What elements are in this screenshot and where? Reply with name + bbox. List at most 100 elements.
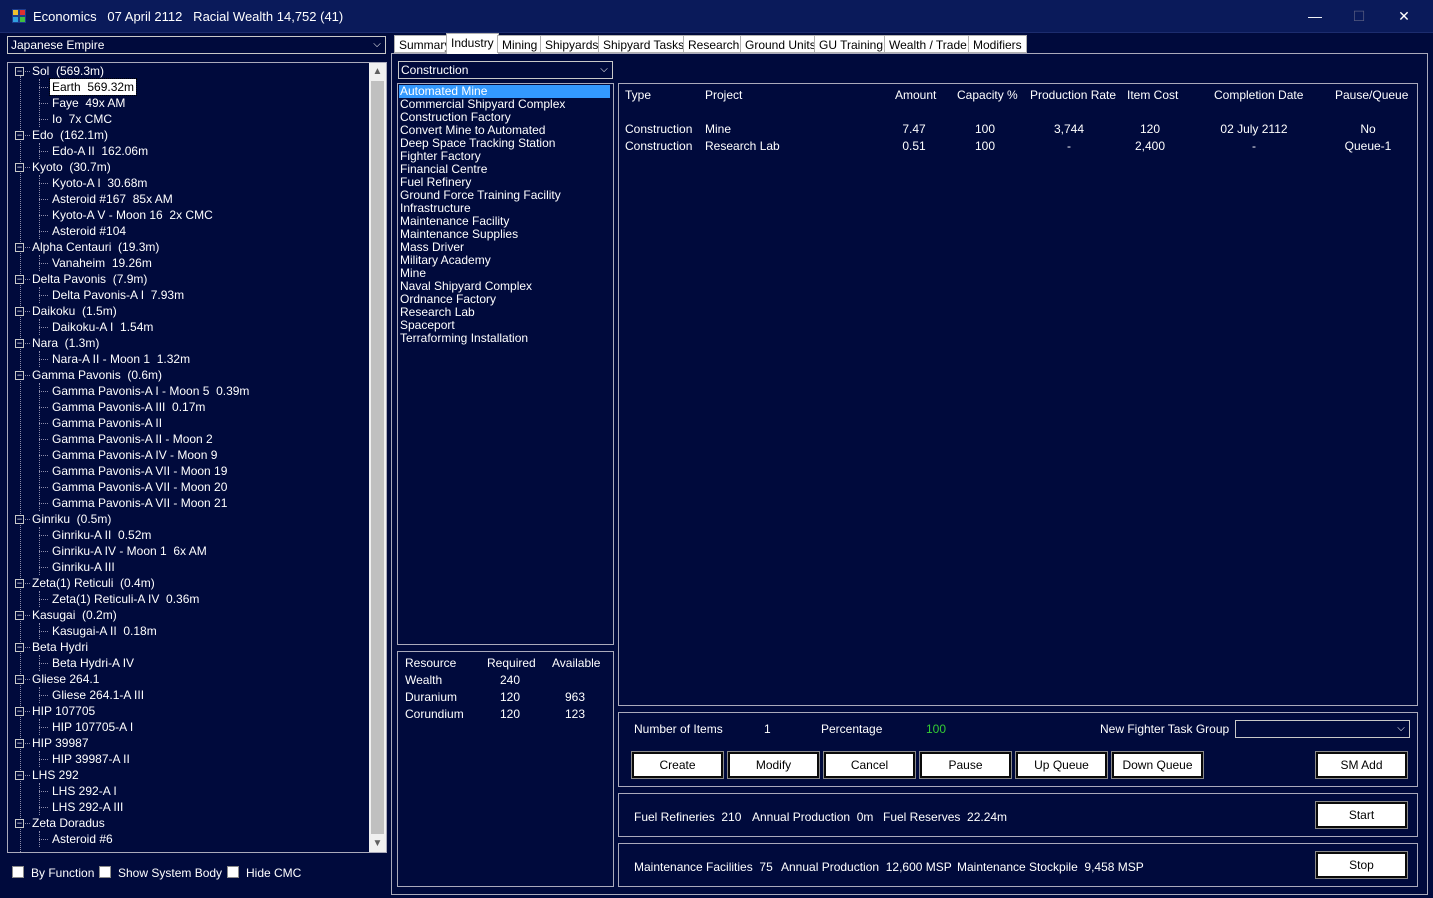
tree-system-node[interactable]: Zeta(1) Reticuli (0.4m)	[32, 575, 155, 591]
construction-type-select[interactable]: Construction ⌵	[398, 61, 613, 79]
production-queue-table[interactable]	[618, 83, 1418, 706]
column-header-pause-queue[interactable]: Pause/Queue	[1335, 88, 1408, 102]
hide-cmc-checkbox[interactable]	[227, 866, 239, 878]
start-fuel-button[interactable]: Start	[1315, 801, 1408, 829]
tree-collapse-icon[interactable]: −	[15, 131, 24, 140]
tree-body-node[interactable]: Vanaheim 19.26m	[50, 255, 154, 271]
tree-collapse-icon[interactable]: −	[15, 579, 24, 588]
tree-body-node[interactable]: Edo-A II 162.06m	[50, 143, 150, 159]
stop-maintenance-button[interactable]: Stop	[1315, 851, 1408, 879]
tree-body-node[interactable]: HIP 107705-A I	[50, 719, 135, 735]
tree-body-node[interactable]: Gamma Pavonis-A VII - Moon 20	[50, 479, 229, 495]
tree-body-node[interactable]: Kyoto-A V - Moon 16 2x CMC	[50, 207, 215, 223]
tab-mining[interactable]: Mining	[497, 35, 543, 53]
tree-system-node[interactable]: Gliese 264.1	[32, 671, 99, 687]
tree-body-node[interactable]: Ginriku-A IV - Moon 1 6x AM	[50, 543, 209, 559]
scrollbar-thumb[interactable]	[371, 81, 384, 834]
tree-collapse-icon[interactable]: −	[15, 675, 24, 684]
tab-gu-training[interactable]: GU Training	[814, 35, 889, 53]
tree-body-node[interactable]: Asteroid #6	[50, 831, 115, 847]
tree-body-node[interactable]: Daikoku-A I 1.54m	[50, 319, 155, 335]
tree-collapse-icon[interactable]: −	[15, 243, 24, 252]
percentage-value[interactable]: 100	[926, 722, 946, 736]
column-header-production-rate[interactable]: Production Rate	[1030, 88, 1116, 102]
tab-ground-units[interactable]: Ground Units	[740, 35, 821, 53]
minimize-button[interactable]: —	[1292, 0, 1338, 33]
queue-cell[interactable]: Research Lab	[705, 139, 780, 153]
tree-system-node[interactable]: Alpha Centauri (19.3m)	[32, 239, 159, 255]
close-button[interactable]: ✕	[1381, 0, 1427, 33]
tree-collapse-icon[interactable]: −	[15, 707, 24, 716]
tree-body-node[interactable]: Nara-A II - Moon 1 1.32m	[50, 351, 192, 367]
queue-cell[interactable]: -	[1204, 139, 1304, 153]
column-header-project[interactable]: Project	[705, 88, 742, 102]
tree-body-node[interactable]: Io 7x CMC	[50, 111, 114, 127]
tree-system-node[interactable]: Delta Pavonis (7.9m)	[32, 271, 147, 287]
queue-cell[interactable]: Queue-1	[1318, 139, 1418, 153]
tree-body-node[interactable]: Gamma Pavonis-A III 0.17m	[50, 399, 207, 415]
tree-body-node[interactable]: Ginriku-A II 0.52m	[50, 527, 153, 543]
tree-body-node[interactable]: Delta Pavonis-A I 7.93m	[50, 287, 186, 303]
queue-cell[interactable]: 2,400	[1100, 139, 1200, 153]
fighter-task-group-select[interactable]: ⌵	[1235, 720, 1410, 738]
queue-cell[interactable]: Construction	[625, 122, 692, 136]
by-function-checkbox[interactable]	[12, 866, 24, 878]
tree-system-node[interactable]: HIP 107705	[32, 703, 95, 719]
tab-modifiers[interactable]: Modifiers	[968, 35, 1027, 53]
number-of-items-value[interactable]: 1	[764, 722, 771, 736]
tree-system-node[interactable]: Gamma Pavonis (0.6m)	[32, 367, 162, 383]
tree-system-node[interactable]: HIP 39987	[32, 735, 89, 751]
column-header-capacity[interactable]: Capacity %	[957, 88, 1018, 102]
create-button[interactable]: Create	[631, 751, 724, 779]
column-header-completion-date[interactable]: Completion Date	[1214, 88, 1303, 102]
tree-scrollbar[interactable]: ▲ ▼	[369, 63, 386, 852]
tree-collapse-icon[interactable]: −	[15, 819, 24, 828]
tree-collapse-icon[interactable]: −	[15, 67, 24, 76]
queue-cell[interactable]: Construction	[625, 139, 692, 153]
column-header-amount[interactable]: Amount	[895, 88, 936, 102]
cancel-button[interactable]: Cancel	[823, 751, 916, 779]
down-queue-button[interactable]: Down Queue	[1111, 751, 1204, 779]
tree-system-node[interactable]: Daikoku (1.5m)	[32, 303, 117, 319]
tree-system-node[interactable]: Nara (1.3m)	[32, 335, 99, 351]
queue-cell[interactable]: Mine	[705, 122, 731, 136]
tree-body-node[interactable]: Gamma Pavonis-A II - Moon 2	[50, 431, 215, 447]
column-header-type[interactable]: Type	[625, 88, 651, 102]
tree-collapse-icon[interactable]: −	[15, 771, 24, 780]
tree-body-node[interactable]: Gamma Pavonis-A II	[50, 415, 164, 431]
tree-body-node[interactable]: Gamma Pavonis-A IV - Moon 9	[50, 447, 219, 463]
tree-body-node[interactable]: Gamma Pavonis-A VII - Moon 19	[50, 463, 229, 479]
tree-body-node[interactable]: Faye 49x AM	[50, 95, 127, 111]
tree-system-node[interactable]: Beta Hydri	[32, 639, 88, 655]
tree-body-node[interactable]: Zeta(1) Reticuli-A IV 0.36m	[50, 591, 201, 607]
queue-cell[interactable]: 120	[1100, 122, 1200, 136]
tree-body-node[interactable]: Beta Hydri-A IV	[50, 655, 136, 671]
tree-system-node[interactable]: Kyoto (30.7m)	[32, 159, 111, 175]
tab-wealth-trade[interactable]: Wealth / Trade	[884, 35, 972, 53]
tree-body-node[interactable]: HIP 39987-A II	[50, 751, 132, 767]
pause-button[interactable]: Pause	[919, 751, 1012, 779]
tab-shipyard-tasks[interactable]: Shipyard Tasks	[598, 35, 690, 53]
tree-body-node[interactable]: LHS 292-A I	[50, 783, 119, 799]
tree-system-node[interactable]: Kasugai (0.2m)	[32, 607, 117, 623]
tree-collapse-icon[interactable]: −	[15, 515, 24, 524]
column-header-item-cost[interactable]: Item Cost	[1127, 88, 1178, 102]
tree-system-node[interactable]: Sol (569.3m)	[32, 63, 104, 79]
tree-collapse-icon[interactable]: −	[15, 611, 24, 620]
tree-body-node[interactable]: LHS 292-A III	[50, 799, 125, 815]
tab-research[interactable]: Research	[683, 35, 745, 53]
tree-collapse-icon[interactable]: −	[15, 307, 24, 316]
queue-cell[interactable]: 02 July 2112	[1204, 122, 1304, 136]
chevron-down-icon[interactable]: ⌵	[596, 62, 612, 78]
tree-body-node[interactable]: Gamma Pavonis-A VII - Moon 21	[50, 495, 229, 511]
tree-collapse-icon[interactable]: −	[15, 739, 24, 748]
tree-system-node[interactable]: Zeta Doradus	[32, 815, 105, 831]
tree-collapse-icon[interactable]: −	[15, 275, 24, 284]
tree-body-node[interactable]: Ginriku-A III	[50, 559, 117, 575]
chevron-down-icon[interactable]: ⌵	[369, 37, 385, 53]
tree-collapse-icon[interactable]: −	[15, 163, 24, 172]
tree-system-node[interactable]: LHS 292	[32, 767, 79, 783]
tree-body-node[interactable]: Asteroid #167 85x AM	[50, 191, 175, 207]
tree-system-node[interactable]: Edo (162.1m)	[32, 127, 108, 143]
tree-body-node[interactable]: Asteroid #104	[50, 223, 128, 239]
